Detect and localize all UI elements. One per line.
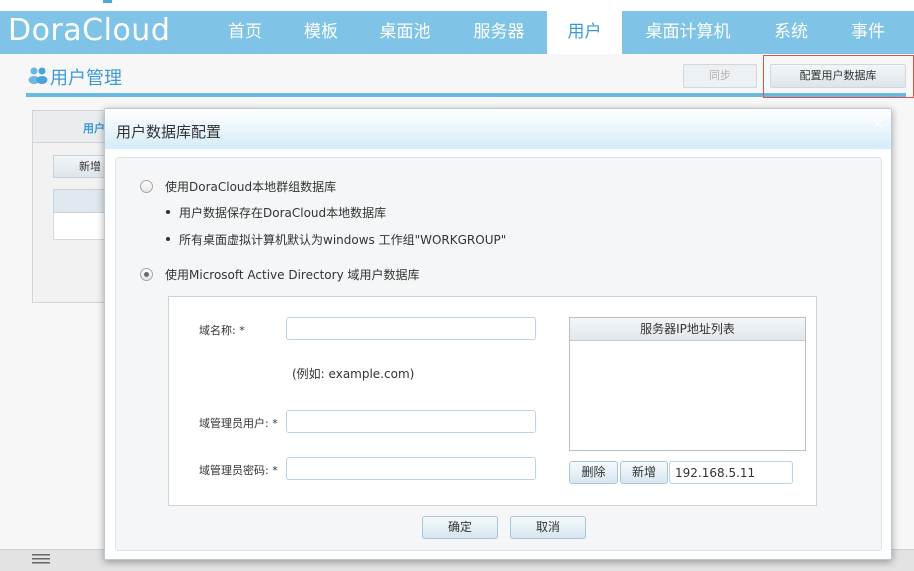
highlight-box <box>763 55 914 98</box>
nav-item-templates[interactable]: 模板 <box>288 11 354 54</box>
radio-local-db[interactable] <box>140 180 153 193</box>
add-ip-button[interactable]: 新增 <box>620 461 668 484</box>
server-ip-list[interactable]: 服务器IP地址列表 <box>569 317 806 451</box>
nav-item-system[interactable]: 系统 <box>754 11 828 54</box>
menu-icon[interactable] <box>32 553 50 565</box>
domain-name-label: 域名称: * <box>199 324 245 337</box>
domain-name-hint: (例如: example.com) <box>292 367 415 381</box>
radio-local-db-label[interactable]: 使用DoraCloud本地群组数据库 <box>165 178 336 195</box>
admin-user-input[interactable] <box>286 410 536 433</box>
radio-active-directory-label[interactable]: 使用Microsoft Active Directory 域用户数据库 <box>165 266 419 283</box>
app-logo: DoraCloud <box>8 13 171 48</box>
nav-item-desktop-pools[interactable]: 桌面池 <box>362 11 448 54</box>
delete-ip-button[interactable]: 删除 <box>569 461 618 484</box>
nav-item-servers[interactable]: 服务器 <box>456 11 542 54</box>
bullet-dot <box>166 210 170 214</box>
admin-password-input[interactable] <box>286 457 536 480</box>
users-icon <box>28 67 48 84</box>
cancel-button[interactable]: 取消 <box>510 516 586 539</box>
server-ip-list-header: 服务器IP地址列表 <box>570 318 805 341</box>
admin-user-label: 域管理员用户: * <box>199 417 278 430</box>
close-icon[interactable]: × <box>872 116 884 132</box>
top-strip <box>0 0 914 11</box>
local-db-note-1: 用户数据保存在DoraCloud本地数据库 <box>179 206 387 220</box>
nav-item-users[interactable]: 用户 <box>547 11 622 54</box>
bullet-dot <box>166 237 170 241</box>
tab-users[interactable]: 用户 <box>83 120 105 136</box>
page-title: 用户管理 <box>50 68 122 89</box>
nav-item-home[interactable]: 首页 <box>210 11 280 54</box>
nav-item-desktop-computers[interactable]: 桌面计算机 <box>630 11 746 54</box>
nav-item-events[interactable]: 事件 <box>834 11 902 54</box>
admin-password-label: 域管理员密码: * <box>199 464 278 477</box>
dialog-title-bar[interactable] <box>105 109 891 149</box>
local-db-note-2: 所有桌面虚拟计算机默认为windows 工作组"WORKGROUP" <box>179 233 507 247</box>
radio-active-directory[interactable] <box>140 268 153 281</box>
server-ip-input[interactable] <box>669 461 793 484</box>
logo-accent <box>103 0 112 3</box>
dialog-title: 用户数据库配置 <box>116 123 222 141</box>
sync-button[interactable]: 同步 <box>683 64 757 88</box>
radio-selected-dot <box>144 272 149 277</box>
ok-button[interactable]: 确定 <box>422 516 498 539</box>
domain-name-input[interactable] <box>286 317 536 340</box>
